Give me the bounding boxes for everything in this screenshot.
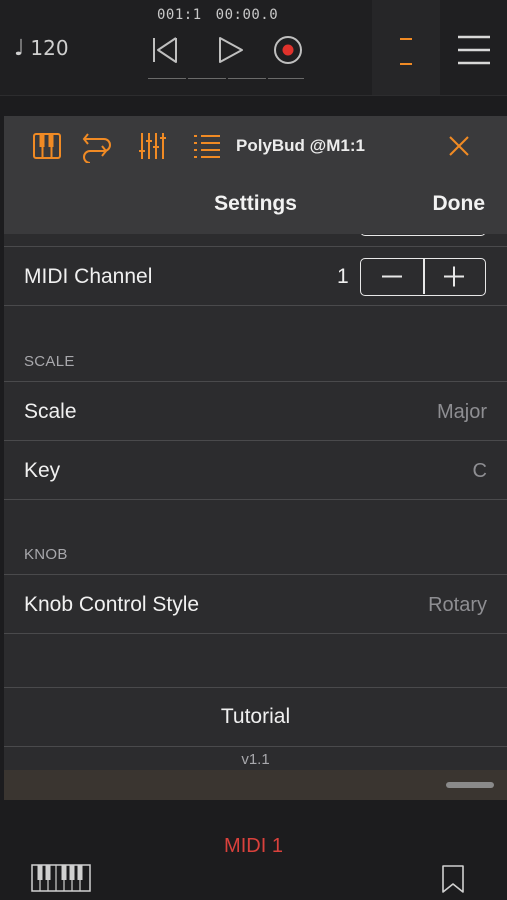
knob-control-style-value: Rotary	[428, 594, 487, 616]
divider	[4, 633, 507, 634]
rewind-underline	[148, 78, 186, 79]
version-label: v1.1	[241, 751, 270, 768]
bookmark-button[interactable]	[440, 864, 466, 894]
header-overlay: Settings Done	[4, 176, 507, 234]
record-icon	[274, 36, 302, 64]
track-bar: MIDI 1	[0, 800, 507, 900]
close-button[interactable]	[444, 131, 474, 161]
time-position: 00:00.0	[215, 7, 279, 23]
midi-channel-decrement-button[interactable]	[361, 259, 423, 294]
tempo-note-icon: ♩	[14, 36, 25, 61]
routing-icon	[82, 133, 111, 164]
divider	[4, 574, 507, 575]
play-button[interactable]	[210, 30, 250, 70]
resize-handle[interactable]	[446, 782, 494, 788]
scale-row-label: Scale	[24, 400, 77, 423]
play-icon	[219, 37, 243, 63]
key-row-label: Key	[24, 459, 61, 482]
key-row-value: C	[472, 460, 487, 482]
divider	[4, 746, 507, 747]
scale-section-title: SCALE	[24, 353, 75, 370]
done-button-overlay[interactable]: Done	[433, 192, 486, 216]
play-underline	[188, 78, 226, 79]
menu-button[interactable]	[452, 30, 496, 70]
hamburger-icon	[458, 35, 490, 65]
play-underline-2	[228, 78, 266, 79]
tempo-display[interactable]: ♩ 120	[14, 36, 69, 61]
tracks-toggle-button[interactable]	[372, 0, 440, 95]
divider	[4, 381, 507, 382]
piano-keys-icon	[33, 133, 61, 159]
plugin-toolbar: PolyBud @M1:1	[4, 116, 507, 176]
record-underline	[268, 78, 304, 79]
plus-icon	[444, 266, 464, 287]
midi-channel-label: MIDI Channel	[24, 265, 153, 288]
plugin-name: PolyBud @M1:1	[236, 136, 365, 155]
keyboard-icon	[31, 864, 91, 892]
divider	[4, 305, 507, 306]
list-button[interactable]	[190, 129, 224, 163]
midi-channel-stepper	[360, 258, 486, 296]
rewind-icon	[153, 37, 177, 63]
tutorial-button[interactable]: Tutorial	[4, 688, 507, 746]
transport-bar: ♩ 120 001:1 00:00.0	[0, 0, 507, 96]
mixer-button[interactable]	[136, 129, 170, 163]
divider	[4, 246, 507, 247]
bar-position: 001:1	[157, 7, 202, 23]
knob-section-title: KNOB	[24, 546, 68, 563]
minus-icon	[382, 275, 402, 278]
piano-keys-button[interactable]	[30, 129, 64, 163]
tutorial-label: Tutorial	[220, 705, 291, 728]
list-icon	[194, 135, 220, 158]
panel-footer	[4, 770, 507, 800]
midi-channel-value: 1	[337, 265, 349, 288]
tracks-icon	[400, 38, 412, 65]
track-name[interactable]: MIDI 1	[0, 835, 507, 858]
divider	[4, 440, 507, 441]
close-icon	[449, 136, 469, 156]
divider	[4, 499, 507, 500]
rewind-button[interactable]	[146, 30, 186, 70]
record-button[interactable]	[268, 30, 308, 70]
keyboard-button[interactable]	[30, 863, 92, 893]
bookmark-icon	[442, 865, 464, 893]
mixer-sliders-icon	[139, 133, 166, 159]
knob-control-style-label: Knob Control Style	[24, 593, 200, 616]
tempo-value: 120	[30, 36, 69, 60]
plugin-panel: PolyBud @M1:1 Settings Done Settings Don…	[4, 116, 507, 800]
scale-row-value: Major	[436, 401, 487, 423]
midi-channel-increment-button[interactable]	[424, 259, 486, 294]
position-display: 001:1 00:00.0	[157, 7, 278, 23]
routing-button[interactable]	[80, 129, 114, 164]
